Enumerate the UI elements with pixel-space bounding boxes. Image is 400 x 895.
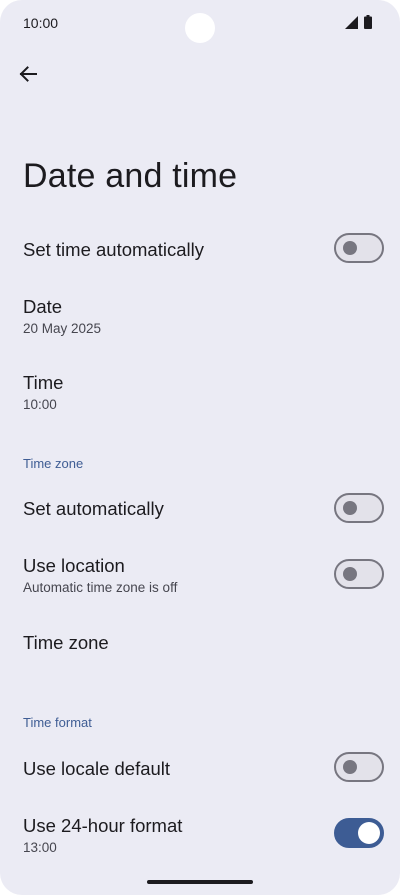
use-locale-default-row[interactable]: Use locale default [0,742,400,792]
use-24-hour-format-toggle[interactable] [334,818,384,848]
camera-cutout [185,13,215,43]
set-automatically-label: Set automatically [23,498,164,519]
home-indicator[interactable] [147,880,253,884]
set-time-automatically-toggle[interactable] [334,233,384,263]
arrow-back-icon [19,66,37,82]
status-time: 10:00 [23,15,59,31]
time-label: Time [23,372,64,393]
date-value: 20 May 2025 [23,321,102,336]
use-locale-default-label: Use locale default [23,758,171,779]
toggle-knob [343,501,357,515]
toggle-knob [343,241,357,255]
toggle-knob [343,760,357,774]
toggle-knob [343,567,357,581]
use-locale-default-toggle[interactable] [334,752,384,782]
settings-screen: 10:00 Date and time Set time automatical… [0,0,400,895]
time-row[interactable]: Time 10:00 [0,366,400,424]
set-automatically-row[interactable]: Set automatically [0,484,400,534]
use-location-label: Use location [23,555,125,576]
time-format-section-header: Time format [23,715,92,730]
use-24-hour-format-row[interactable]: Use 24-hour format 13:00 [0,808,400,864]
back-button[interactable] [12,58,44,90]
set-time-automatically-label: Set time automatically [23,239,204,260]
time-zone-section-header: Time zone [23,456,84,471]
use-location-subtitle: Automatic time zone is off [23,580,178,595]
use-location-row[interactable]: Use location Automatic time zone is off [0,548,400,604]
time-value: 10:00 [23,397,57,412]
time-zone-label: Time zone [23,632,109,653]
page-title: Date and time [23,157,238,195]
use-24-hour-format-label: Use 24-hour format [23,815,183,836]
date-label: Date [23,296,63,317]
battery-icon [364,15,372,29]
signal-icon [345,16,358,29]
set-time-automatically-row[interactable]: Set time automatically [0,225,400,277]
date-row[interactable]: Date 20 May 2025 [0,290,400,348]
toggle-knob [358,822,380,844]
use-location-toggle[interactable] [334,559,384,589]
set-automatically-toggle[interactable] [334,493,384,523]
status-bar: 10:00 [0,0,400,44]
time-zone-row[interactable]: Time zone [0,620,400,666]
use-24-hour-format-subtitle: 13:00 [23,840,57,855]
